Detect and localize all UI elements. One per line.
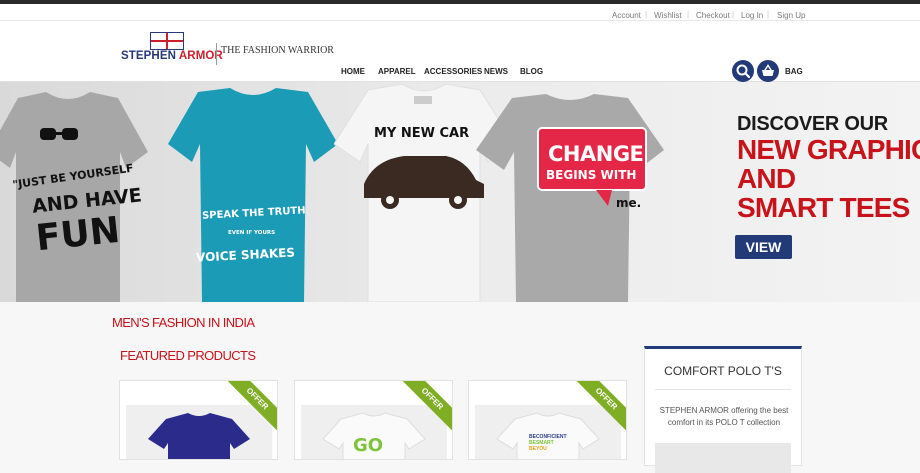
nav-home[interactable]: HOME <box>341 67 365 76</box>
panel-image[interactable] <box>655 443 791 473</box>
logo-flag-icon[interactable] <box>150 32 184 50</box>
tee-print-line3: BEYOU <box>529 446 547 452</box>
site-header: STEPHEN ARMOR THE FASHION WARRIOR HOME A… <box>0 20 920 82</box>
account-link[interactable]: Account <box>612 11 641 20</box>
mens-fashion-heading: MEN'S FASHION IN INDIA <box>112 315 255 330</box>
nav-blog[interactable]: BLOG <box>520 67 543 76</box>
util-divider: | <box>645 10 648 19</box>
util-divider: | <box>767 10 770 19</box>
shirt3-line1: MY NEW CAR <box>374 126 470 141</box>
hero-headline-line4: SMART TEES <box>737 192 910 223</box>
shirt2-line2: EVEN IF YOURS <box>228 230 276 236</box>
tshirt-teal-speak-truth <box>168 88 338 302</box>
login-link[interactable]: Log In <box>741 11 763 20</box>
product-image[interactable]: BECONFICIENT BESMART BEYOU <box>475 405 621 459</box>
checkout-link[interactable]: Checkout <box>696 11 730 20</box>
util-divider: | <box>687 10 690 19</box>
white-tee-image <box>496 412 600 459</box>
util-divider: | <box>732 10 735 19</box>
featured-products-heading: FEATURED PRODUCTS <box>120 348 256 363</box>
product-image[interactable] <box>126 405 272 459</box>
product-card[interactable]: BECONFICIENT BESMART BEYOU OFFER <box>468 380 627 460</box>
comfort-polo-panel: COMFORT POLO T'S STEPHEN ARMOR offering … <box>644 346 802 473</box>
hero-headline-line2: NEW GRAPHIC <box>737 134 920 165</box>
search-button[interactable] <box>732 60 754 82</box>
logo-divider <box>216 43 217 65</box>
shirt4-line3: me. <box>616 196 642 210</box>
bag-label[interactable]: BAG <box>785 67 803 76</box>
panel-description: STEPHEN ARMOR offering the best comfort … <box>659 406 789 427</box>
signup-link[interactable]: Sign Up <box>777 11 805 20</box>
hero-headline-line1: DISCOVER OUR <box>737 113 888 135</box>
panel-title: COMFORT POLO T'S <box>664 364 782 378</box>
wishlist-link[interactable]: Wishlist <box>654 11 682 20</box>
product-image[interactable]: GO <box>301 405 447 459</box>
shirt4-line2: BEGINS WITH <box>546 168 637 182</box>
utility-bar: Account | Wishlist | Checkout | Log In |… <box>0 4 920 20</box>
tee-print-go: GO <box>353 435 384 456</box>
brand-logo[interactable]: STEPHEN ARMOR <box>121 50 223 62</box>
search-icon <box>736 64 751 79</box>
nav-apparel[interactable]: APPAREL <box>378 67 416 76</box>
product-card[interactable]: OFFER <box>119 380 278 460</box>
shirt1-line3: FUN <box>34 209 122 260</box>
shirt4-line1: CHANGE <box>548 142 644 166</box>
hero-headline-line3: AND <box>737 163 796 194</box>
bag-button[interactable] <box>757 60 779 82</box>
basket-icon <box>762 64 774 76</box>
polo-shirt-image <box>148 413 250 459</box>
view-button[interactable]: VIEW <box>735 235 792 259</box>
product-card[interactable]: GO OFFER <box>294 380 453 460</box>
nav-accessories[interactable]: ACCESSORIES <box>424 67 482 76</box>
brand-tagline: THE FASHION WARRIOR <box>221 45 334 56</box>
nav-news[interactable]: NEWS <box>484 67 508 76</box>
panel-divider <box>655 389 791 390</box>
brand-name-main: STEPHEN <box>121 50 179 62</box>
